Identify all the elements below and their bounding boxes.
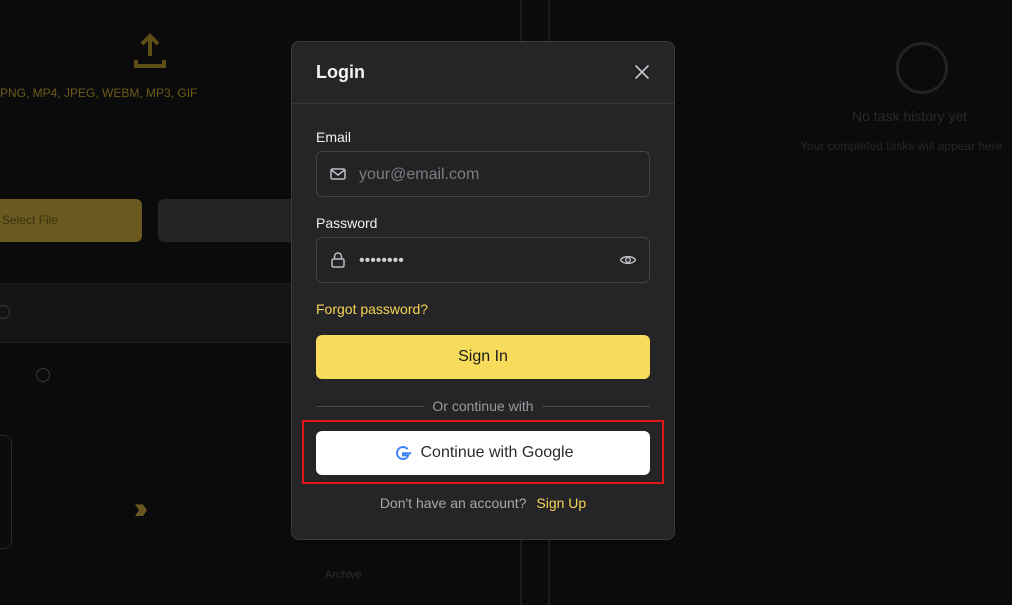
select-file-button[interactable]: Select File [0, 199, 142, 242]
google-icon [395, 446, 411, 461]
chevrons-right-icon: ›› [134, 492, 148, 525]
login-modal: Login Email Password Forgot password? Si… [291, 41, 675, 540]
eye-icon[interactable] [619, 251, 637, 269]
divider: Or continue with [316, 397, 650, 415]
signup-row: Don't have an account? Sign Up [292, 495, 674, 511]
upload-hint: PNG, MP4, JPEG, WEBM, MP3, GIF [0, 86, 198, 100]
divider-line [542, 406, 650, 407]
lock-icon [331, 252, 345, 268]
history-subtitle: Your completed tasks will appear here [800, 139, 1003, 153]
continue-with-google-button[interactable]: Continue with Google [316, 431, 650, 475]
mail-icon [330, 168, 346, 180]
sign-up-link[interactable]: Sign Up [536, 495, 586, 511]
preview-card [0, 435, 12, 549]
settings-row [0, 283, 300, 343]
modal-title: Login [316, 62, 365, 82]
bottom-label: Archive [325, 569, 362, 581]
upload-icon [134, 33, 166, 68]
close-icon[interactable] [632, 62, 652, 82]
email-label: Email [316, 129, 352, 145]
secondary-button[interactable] [158, 199, 298, 242]
history-title: No task history yet [852, 108, 968, 124]
modal-header: Login [292, 42, 674, 104]
email-input[interactable] [357, 152, 601, 198]
info-icon [36, 368, 50, 382]
sign-in-button[interactable]: Sign In [316, 335, 650, 379]
history-icon [896, 42, 948, 94]
google-button-label: Continue with Google [420, 444, 574, 461]
password-field-container [316, 237, 650, 284]
forgot-password-link[interactable]: Forgot password? [316, 301, 428, 317]
password-label: Password [316, 215, 378, 231]
password-input[interactable] [357, 238, 601, 284]
signup-question: Don't have an account? [379, 495, 527, 511]
email-field-container [316, 151, 650, 198]
